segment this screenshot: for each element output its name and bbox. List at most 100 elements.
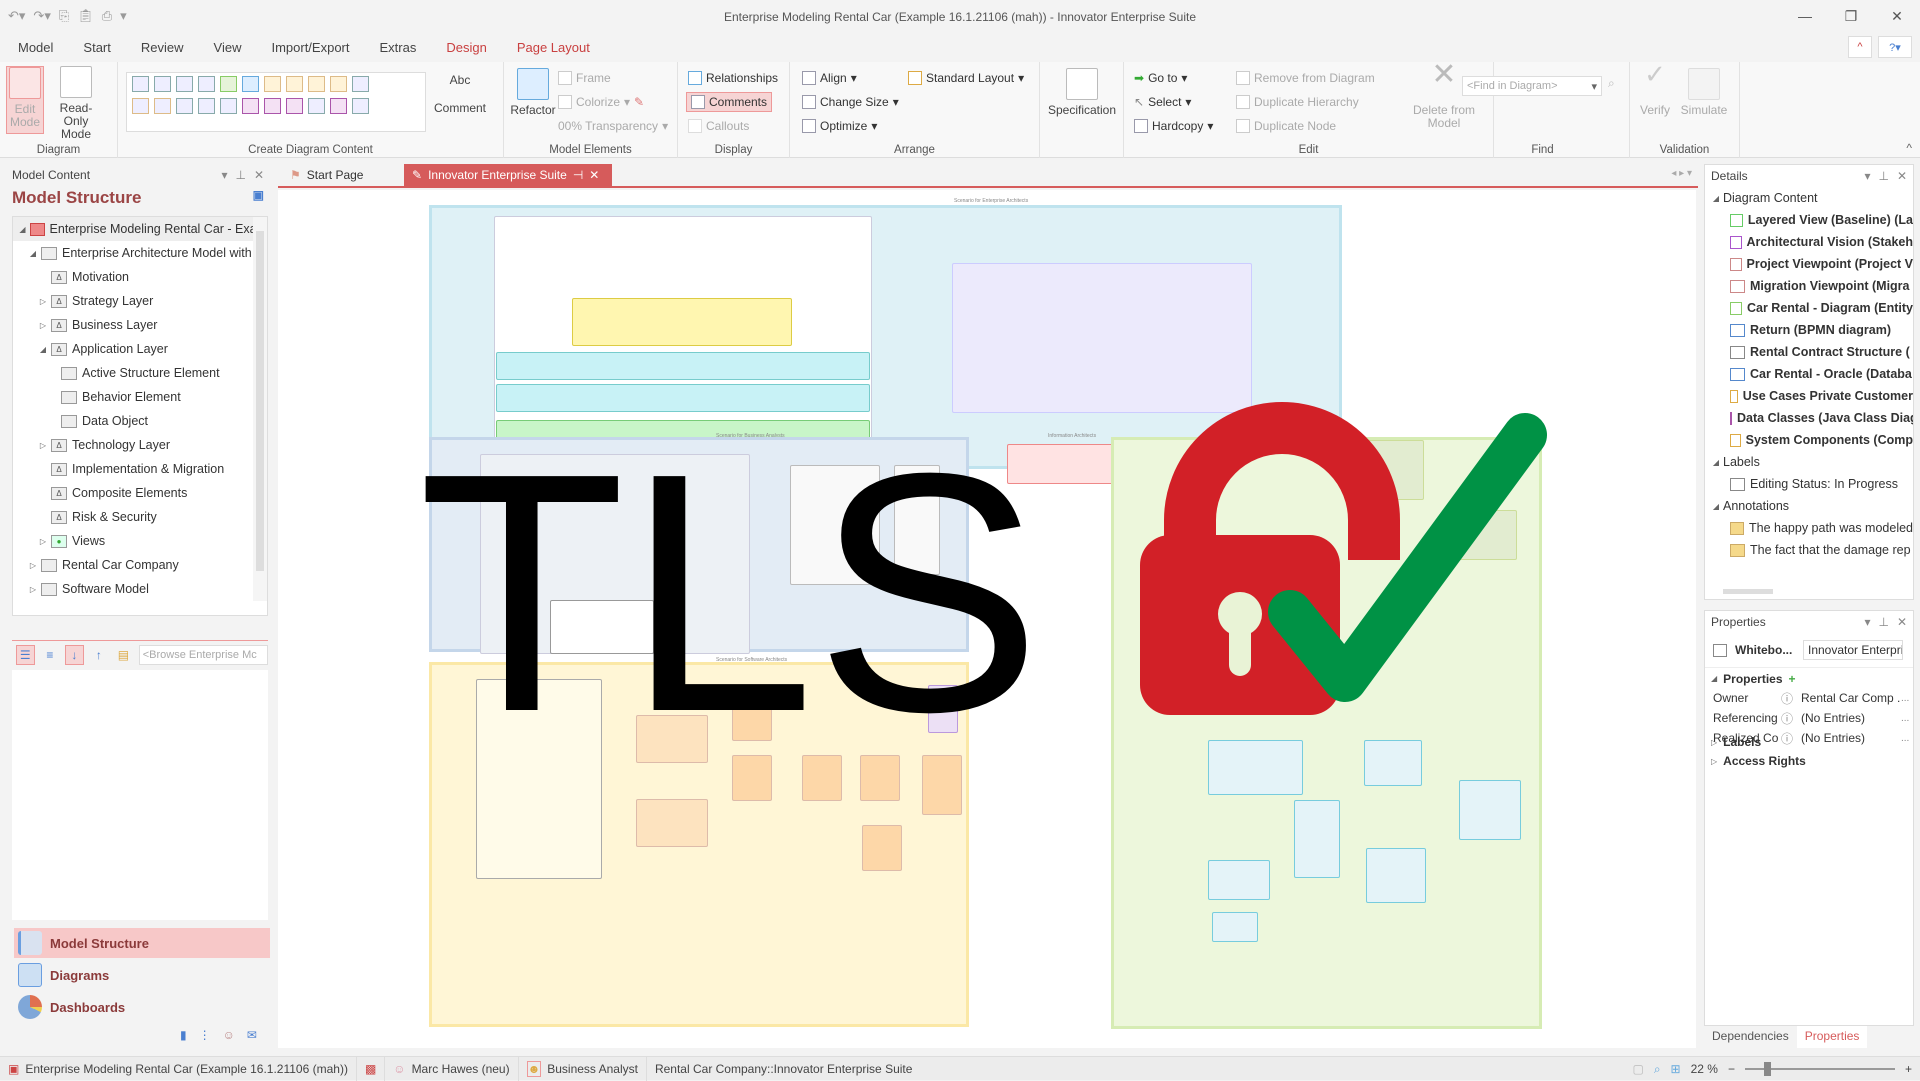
optimize-button[interactable]: Optimize ▾ xyxy=(802,116,877,136)
expand-icon[interactable]: ▷ xyxy=(27,585,39,594)
list-view-icon[interactable]: ≡ xyxy=(41,645,60,665)
details-item[interactable]: Migration Viewpoint (Migra xyxy=(1705,275,1913,297)
collapse-ribbon-button[interactable]: ^ xyxy=(1848,36,1872,58)
tree-item[interactable]: Data Object xyxy=(13,409,267,433)
expand-icon[interactable]: ▷ xyxy=(37,297,49,306)
pin-icon[interactable]: ⊥ xyxy=(1878,169,1888,183)
close-icon[interactable]: ✕ xyxy=(1897,169,1907,183)
expand-icon[interactable]: ▷ xyxy=(37,537,49,546)
read-only-mode-button[interactable]: Read-Only Mode xyxy=(48,66,104,141)
message-icon[interactable]: ✉ xyxy=(247,1028,257,1042)
close-icon[interactable]: ✕ xyxy=(254,168,264,182)
collapse-icon[interactable]: ◢ xyxy=(27,249,39,258)
collapse-icon[interactable]: ◢ xyxy=(1709,194,1723,203)
details-item[interactable]: Editing Status: In Progress xyxy=(1705,473,1913,495)
remove-from-diagram-button[interactable]: Remove from Diagram xyxy=(1236,68,1375,88)
transparency-dropdown[interactable]: 00% Transparency ▾ xyxy=(558,116,668,136)
tree-item[interactable]: ▷ Δ Strategy Layer xyxy=(13,289,267,313)
collapse-icon[interactable]: ◢ xyxy=(37,345,49,354)
duplicate-hierarchy-button[interactable]: Duplicate Hierarchy xyxy=(1236,92,1359,112)
verify-button[interactable]: ✓ Verify xyxy=(1636,61,1674,117)
tree-item[interactable]: ▷ Software Model xyxy=(13,577,267,601)
details-item[interactable]: Car Rental - Diagram (Entity xyxy=(1705,297,1913,319)
zone-software-architects[interactable] xyxy=(429,662,969,1027)
details-item[interactable]: Car Rental - Oracle (Databa xyxy=(1705,363,1913,385)
details-item[interactable]: Rental Contract Structure ( xyxy=(1705,341,1913,363)
tab-review[interactable]: Review xyxy=(131,36,194,62)
zoom-in-button[interactable]: + xyxy=(1905,1062,1912,1076)
tree-item[interactable]: ◢ Δ Application Layer xyxy=(13,337,267,361)
tab-properties[interactable]: Properties xyxy=(1796,1026,1868,1048)
collapse-icon[interactable]: ◢ xyxy=(17,225,28,234)
element-name-field[interactable]: Innovator Enterpri xyxy=(1803,640,1903,660)
pin-icon[interactable]: ⊥ xyxy=(1878,615,1888,629)
hierarchy-icon[interactable]: ⋮ xyxy=(199,1028,211,1042)
comment-button[interactable]: Abc Comment xyxy=(430,66,490,115)
tab-innovator-enterprise-suite[interactable]: ✎ Innovator Enterprise Suite ⊣ ✕ xyxy=(404,164,612,186)
nav-dashboards[interactable]: Dashboards xyxy=(14,992,270,1022)
pin-icon[interactable]: ⊥ xyxy=(235,168,245,182)
zone-enterprise-architects[interactable] xyxy=(429,205,1342,484)
zoom-slider-knob[interactable] xyxy=(1764,1062,1772,1076)
details-section[interactable]: ◢ Labels xyxy=(1705,451,1913,473)
tree-item[interactable]: Δ Risk & Security xyxy=(13,505,267,529)
access-rights-section[interactable]: ▷ Access Rights xyxy=(1705,750,1913,772)
eyedropper-icon[interactable]: ✎ xyxy=(634,95,644,109)
bookmark-icon[interactable]: ▮ xyxy=(180,1028,187,1042)
sort-descending-icon[interactable]: ↑ xyxy=(90,645,109,665)
status-user[interactable]: ☺ Marc Hawes (neu) xyxy=(385,1056,519,1081)
go-to-button[interactable]: ➡ Go to ▾ xyxy=(1134,68,1187,88)
horizontal-scrollbar[interactable] xyxy=(13,601,267,615)
details-item[interactable]: Architectural Vision (Stakeh xyxy=(1705,231,1913,253)
select-button[interactable]: ↖ Select ▾ xyxy=(1134,92,1191,112)
pin-icon[interactable]: ⊣ xyxy=(573,168,583,182)
comments-button[interactable]: Comments xyxy=(686,92,773,112)
tree-item[interactable]: ▷ Δ Technology Layer xyxy=(13,433,267,457)
tree-item[interactable]: ▷ ● Views xyxy=(13,529,267,553)
colorize-button[interactable]: Colorize ▾ ✎ xyxy=(558,92,644,112)
tab-page-layout[interactable]: Page Layout xyxy=(507,36,600,62)
element-gallery[interactable] xyxy=(126,72,426,132)
dropdown-icon[interactable]: ▾ xyxy=(1864,169,1870,183)
restore-icon[interactable]: ❐ xyxy=(1828,0,1874,32)
dropdown-icon[interactable]: ▾ xyxy=(221,168,227,182)
tab-start[interactable]: Start xyxy=(73,36,120,62)
find-in-diagram-input[interactable]: <Find in Diagram> ▾ xyxy=(1462,76,1602,96)
refactor-button[interactable]: Refactor xyxy=(508,68,558,117)
collapse-ribbon-icon[interactable]: ^ xyxy=(1906,141,1912,155)
callouts-button[interactable]: Callouts xyxy=(688,116,749,136)
info-icon[interactable]: ⓘ xyxy=(1781,710,1797,727)
details-item[interactable]: Return (BPMN diagram) xyxy=(1705,319,1913,341)
close-tab-icon[interactable]: ✕ xyxy=(589,168,599,182)
standard-layout-button[interactable]: Standard Layout ▾ xyxy=(908,68,1024,88)
details-section[interactable]: ◢ Diagram Content xyxy=(1705,187,1913,209)
tab-design[interactable]: Design xyxy=(436,36,496,64)
status-role[interactable]: ☻ Business Analyst xyxy=(519,1056,647,1081)
tab-view[interactable]: View xyxy=(204,36,252,62)
details-item[interactable]: Use Cases Private Customer xyxy=(1705,385,1913,407)
collapse-icon[interactable]: ◢ xyxy=(1709,458,1723,467)
search-structure-icon[interactable]: ▣ xyxy=(253,188,264,210)
expand-icon[interactable]: ▷ xyxy=(37,441,49,450)
tree-item[interactable]: Δ Composite Elements xyxy=(13,481,267,505)
tree-item[interactable]: ▷ Δ Business Layer xyxy=(13,313,267,337)
details-item[interactable]: Layered View (Baseline) (La xyxy=(1705,209,1913,231)
close-icon[interactable]: ✕ xyxy=(1874,0,1920,32)
tab-dependencies[interactable]: Dependencies xyxy=(1704,1026,1797,1048)
details-item[interactable]: The happy path was modeled xyxy=(1705,517,1913,539)
minimize-icon[interactable]: — xyxy=(1782,0,1828,32)
align-button[interactable]: Align ▾ xyxy=(802,68,857,88)
filter-icon[interactable]: ▤ xyxy=(114,645,133,665)
tree-item[interactable]: Δ Implementation & Migration xyxy=(13,457,267,481)
specification-button[interactable]: Specification xyxy=(1046,68,1118,117)
relationships-button[interactable]: Relationships xyxy=(688,68,778,88)
hardcopy-button[interactable]: Hardcopy ▾ xyxy=(1134,116,1213,136)
duplicate-node-button[interactable]: Duplicate Node xyxy=(1236,116,1336,136)
tree-view-icon[interactable]: ☰ xyxy=(16,644,35,665)
zoom-100-icon[interactable]: ⊞ xyxy=(1671,1062,1681,1076)
properties-section[interactable]: ◢ Properties + xyxy=(1705,667,1913,689)
more-button[interactable]: ... xyxy=(1901,713,1909,724)
details-item[interactable]: System Components (Comp xyxy=(1705,429,1913,451)
tab-start-page[interactable]: ⚑ Start Page xyxy=(282,164,371,186)
dropdown-icon[interactable]: ▾ xyxy=(1864,615,1870,629)
